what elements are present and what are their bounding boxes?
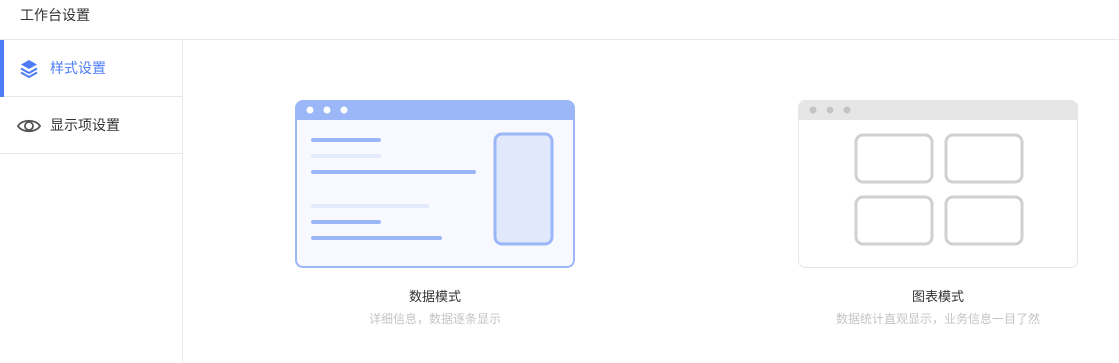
data-mode-title: 数据模式	[408, 289, 461, 304]
data-mode-description: 详细信息，数据逐条显示	[368, 312, 501, 326]
page-title: 工作台设置	[20, 7, 90, 23]
eye-icon	[16, 115, 42, 137]
sidebar: 样式设置 显示项设置	[0, 40, 183, 363]
chart-mode-illustration	[798, 100, 1078, 268]
chart-mode-description: 数据统计直观显示，业务信息一目了然	[835, 312, 1040, 326]
sidebar-item-style-settings[interactable]: 样式设置	[0, 40, 182, 97]
data-mode-illustration	[295, 100, 575, 268]
chart-mode-card[interactable]	[798, 100, 1078, 268]
layers-icon	[18, 58, 40, 80]
sidebar-item-display-settings[interactable]: 显示项设置	[0, 97, 182, 154]
sidebar-item-label: 显示项设置	[50, 117, 120, 133]
data-mode-card[interactable]	[295, 100, 575, 268]
chart-mode-title: 图表模式	[911, 289, 964, 304]
top-bar: 工作台设置	[0, 0, 1119, 40]
sidebar-item-label: 样式设置	[50, 60, 106, 76]
